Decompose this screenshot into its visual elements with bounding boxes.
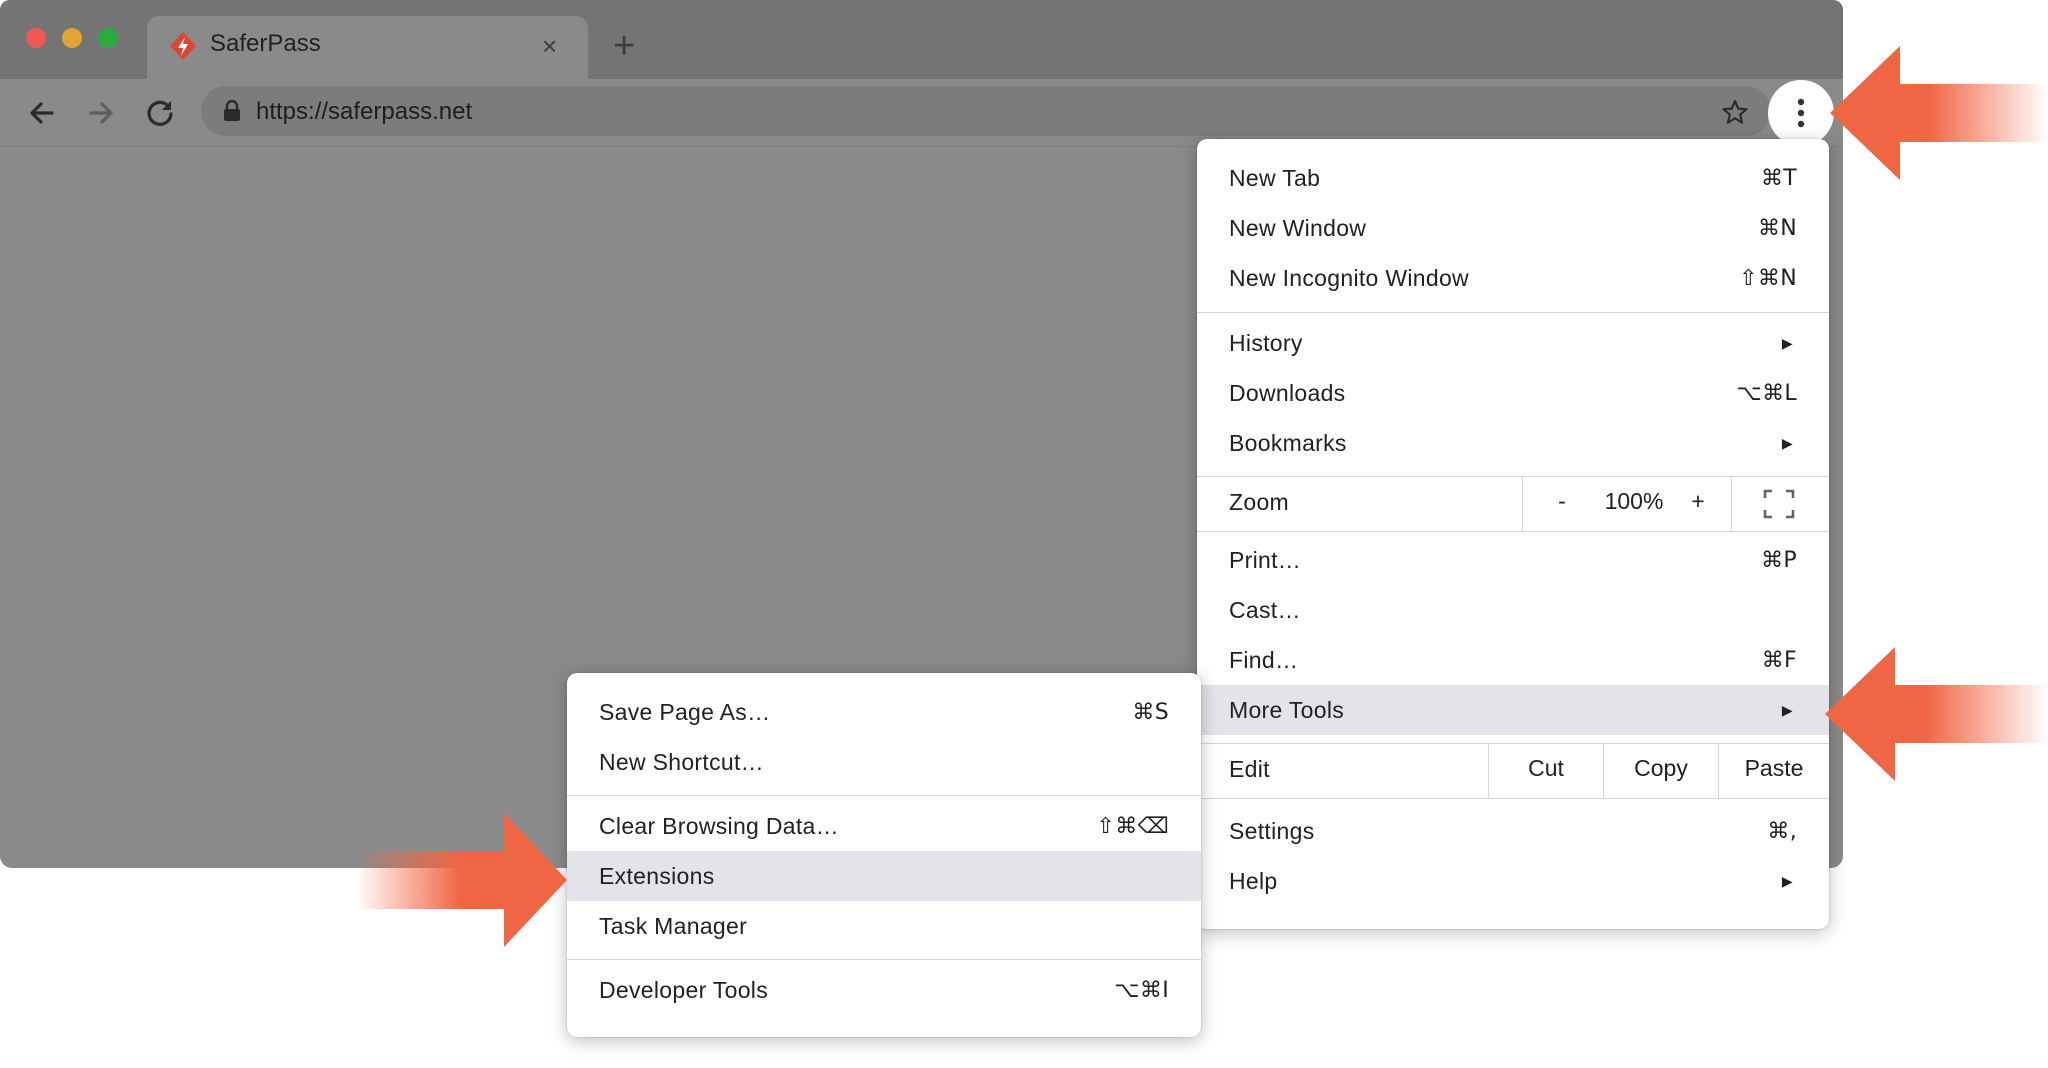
menu-item-label: Developer Tools <box>599 976 769 1003</box>
menu-item-new-tab[interactable]: New Tab ⌘T <box>1197 153 1829 203</box>
maximize-window-button[interactable] <box>98 28 118 48</box>
menu-divider <box>567 959 1201 960</box>
zoom-in-button[interactable]: + <box>1683 488 1713 515</box>
menu-item-label: Clear Browsing Data… <box>599 812 839 839</box>
address-bar[interactable]: https://saferpass.net <box>201 86 1771 136</box>
menu-item-shortcut: ⌥⌘L <box>1736 380 1797 406</box>
zoom-level: 100% <box>1604 488 1664 514</box>
menu-item-label: Task Manager <box>599 912 748 939</box>
menu-item-clear-browsing-data[interactable]: Clear Browsing Data… ⇧⌘⌫ <box>567 801 1201 851</box>
menu-item-shortcut: ⌘N <box>1757 215 1797 241</box>
reload-icon[interactable] <box>140 93 180 133</box>
menu-item-label: Print… <box>1229 546 1302 573</box>
paste-button[interactable]: Paste <box>1719 755 1829 782</box>
menu-item-new-shortcut[interactable]: New Shortcut… <box>567 737 1201 787</box>
menu-item-find[interactable]: Find… ⌘F <box>1197 635 1829 685</box>
menu-item-label: More Tools <box>1229 696 1345 723</box>
menu-item-shortcut: ⌘S <box>1132 699 1169 725</box>
lock-icon <box>224 100 240 121</box>
menu-item-label: History <box>1229 329 1303 356</box>
edit-label: Edit <box>1229 756 1270 782</box>
forward-arrow-icon[interactable] <box>81 93 121 133</box>
zoom-row: Zoom - 100% + <box>1197 477 1829 531</box>
menu-item-save-page-as[interactable]: Save Page As… ⌘S <box>567 687 1201 737</box>
menu-item-print[interactable]: Print… ⌘P <box>1197 535 1829 585</box>
menu-item-shortcut: ⇧⌘N <box>1739 265 1797 291</box>
menu-divider <box>1197 798 1829 799</box>
star-icon[interactable] <box>1721 98 1749 126</box>
menu-item-extensions[interactable]: Extensions <box>567 851 1201 901</box>
submenu-arrow-icon: ▶ <box>1781 434 1793 451</box>
menu-item-label: Cast… <box>1229 596 1301 623</box>
menu-item-shortcut: ⇧⌘⌫ <box>1096 813 1169 839</box>
menu-item-label: Settings <box>1229 817 1315 844</box>
menu-item-label: Downloads <box>1229 379 1346 406</box>
menu-item-shortcut: ⌘F <box>1761 647 1797 673</box>
submenu-arrow-icon: ▶ <box>1781 334 1793 351</box>
menu-item-label: New Tab <box>1229 164 1321 191</box>
menu-item-downloads[interactable]: Downloads ⌥⌘L <box>1197 368 1829 418</box>
url-text: https://saferpass.net <box>256 98 473 125</box>
browser-toolbar: https://saferpass.net <box>0 79 1843 147</box>
menu-item-developer-tools[interactable]: Developer Tools ⌥⌘I <box>567 965 1201 1015</box>
fullscreen-icon[interactable] <box>1763 489 1795 519</box>
active-tab[interactable]: SaferPass × <box>147 16 588 79</box>
tab-title: SaferPass <box>210 30 321 57</box>
close-window-button[interactable] <box>26 28 46 48</box>
menu-item-shortcut: ⌥⌘I <box>1114 977 1169 1003</box>
menu-item-more-tools[interactable]: More Tools ▶ <box>1197 685 1829 735</box>
menu-divider <box>567 795 1201 796</box>
annotation-arrow-menu-button <box>1830 46 2048 180</box>
menu-item-shortcut: ⌘T <box>1760 165 1797 191</box>
menu-item-label: Extensions <box>599 862 715 889</box>
menu-item-bookmarks[interactable]: Bookmarks ▶ <box>1197 418 1829 468</box>
menu-item-label: New Incognito Window <box>1229 264 1469 291</box>
menu-item-shortcut: ⌘P <box>1761 547 1797 573</box>
browser-main-menu: New Tab ⌘T New Window ⌘N New Incognito W… <box>1197 139 1829 929</box>
menu-item-label: Bookmarks <box>1229 429 1347 456</box>
menu-item-label: New Window <box>1229 214 1367 241</box>
cut-button[interactable]: Cut <box>1489 755 1603 782</box>
menu-item-task-manager[interactable]: Task Manager <box>567 901 1201 951</box>
annotation-arrow-extensions <box>355 813 567 947</box>
menu-item-label: New Shortcut… <box>599 748 764 775</box>
kebab-menu-button[interactable] <box>1768 80 1834 146</box>
back-arrow-icon[interactable] <box>22 93 62 133</box>
annotation-arrow-more-tools <box>1825 647 2048 781</box>
copy-button[interactable]: Copy <box>1604 755 1718 782</box>
minimize-window-button[interactable] <box>62 28 82 48</box>
zoom-out-button[interactable]: - <box>1547 488 1577 515</box>
new-tab-button[interactable]: + <box>613 26 635 66</box>
submenu-arrow-icon: ▶ <box>1781 872 1793 889</box>
more-tools-submenu: Save Page As… ⌘S New Shortcut… Clear Bro… <box>567 673 1201 1037</box>
tab-strip: SaferPass × + <box>0 0 1843 79</box>
saferpass-logo-icon <box>170 32 196 60</box>
menu-item-label: Help <box>1229 867 1278 894</box>
zoom-divider <box>1731 477 1732 531</box>
menu-item-new-window[interactable]: New Window ⌘N <box>1197 203 1829 253</box>
menu-divider <box>1197 531 1829 532</box>
submenu-arrow-icon: ▶ <box>1781 701 1793 718</box>
menu-item-shortcut: ⌘, <box>1767 818 1797 844</box>
menu-item-settings[interactable]: Settings ⌘, <box>1197 806 1829 856</box>
kebab-menu-icon <box>1797 98 1805 128</box>
menu-item-cast[interactable]: Cast… <box>1197 585 1829 635</box>
tab-close-icon[interactable]: × <box>542 30 557 62</box>
menu-item-history[interactable]: History ▶ <box>1197 318 1829 368</box>
edit-row: Edit Cut Copy Paste <box>1197 744 1829 798</box>
zoom-divider <box>1522 477 1523 531</box>
menu-item-new-incognito-window[interactable]: New Incognito Window ⇧⌘N <box>1197 253 1829 303</box>
menu-item-label: Save Page As… <box>599 698 771 725</box>
zoom-label: Zoom <box>1229 489 1289 515</box>
menu-divider <box>1197 312 1829 313</box>
menu-item-help[interactable]: Help ▶ <box>1197 856 1829 906</box>
menu-item-label: Find… <box>1229 646 1299 673</box>
